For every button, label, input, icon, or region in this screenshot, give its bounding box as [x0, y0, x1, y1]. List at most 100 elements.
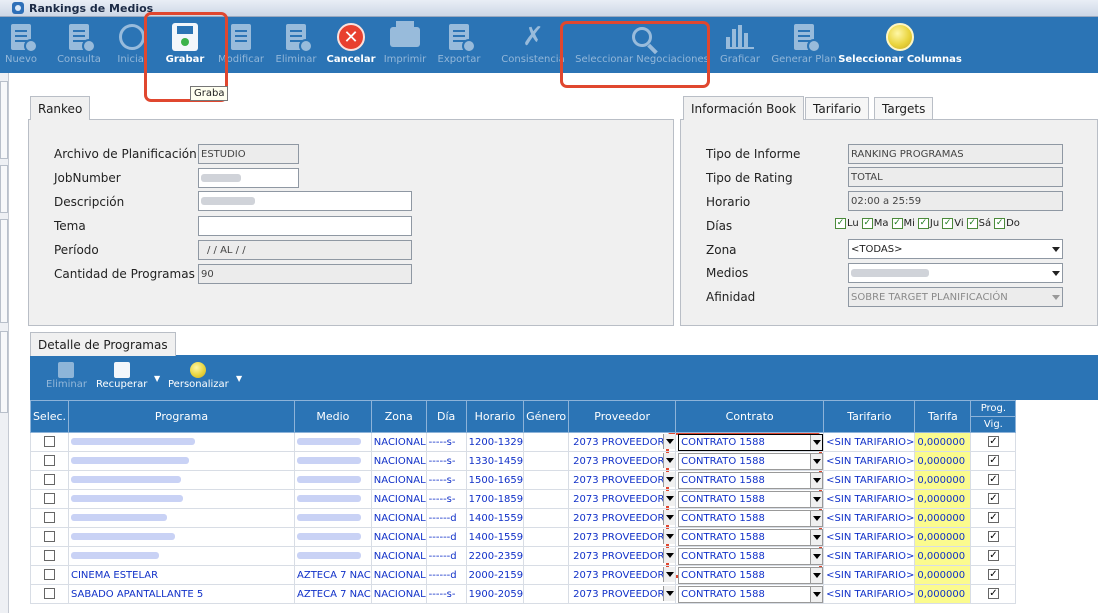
chart-button[interactable]: Graficar [716, 17, 764, 73]
tipo-informe-field[interactable]: RANKING PROGRAMAS [848, 144, 1063, 164]
vig-checkbox[interactable]: ✓ [987, 436, 999, 448]
checkbox-do[interactable]: ✓ [994, 218, 1006, 229]
contrato-dropdown[interactable]: CONTRATO 1588 [678, 585, 823, 603]
detail-delete-button[interactable]: Eliminar [46, 362, 87, 390]
vig-checkbox[interactable]: ✓ [987, 493, 999, 505]
contrato-dropdown[interactable]: CONTRATO 1588 [678, 490, 823, 508]
select-columns-button[interactable]: Seleccionar Columnas [838, 17, 962, 73]
new-button[interactable]: Nuevo [2, 17, 40, 73]
delete-button[interactable]: Eliminar [274, 17, 318, 73]
contrato-dropdown[interactable]: CONTRATO 1588 [678, 509, 823, 527]
col-tarifa[interactable]: Tarifa [914, 400, 972, 433]
chevron-down-icon[interactable]: ▼ [154, 374, 160, 383]
contrato-dropdown[interactable]: CONTRATO 1588 [678, 452, 823, 470]
checkbox-ma[interactable]: ✓ [861, 218, 873, 229]
col-zona[interactable]: Zona [370, 400, 427, 433]
horario-field[interactable]: 02:00 a 25:59 [848, 191, 1063, 211]
col-programa[interactable]: Programa [68, 400, 295, 433]
periodo-field[interactable]: / / AL / / [198, 240, 412, 260]
col-vig[interactable]: Vig. [970, 416, 1017, 433]
table-row[interactable]: NACIONAL -----s- 1700-1859 2073 PROVEEDOR CO… [30, 489, 1017, 509]
checkbox-lu[interactable]: ✓ [835, 218, 846, 229]
table-row[interactable]: NACIONAL ------d 2200-2359 2073 PROVEEDOR CO… [30, 546, 1017, 566]
table-row[interactable]: NACIONAL ------d 1400-1559 2073 PROVEEDOR CO… [30, 508, 1017, 528]
table-row[interactable]: NACIONAL -----s- 1200-1329 2073 PROVEEDOR CO… [30, 432, 1017, 452]
cancel-button[interactable]: ✕ Cancelar [326, 17, 376, 73]
table-row[interactable]: NACIONAL -----s- 1500-1659 2073 PROVEEDOR CO… [30, 470, 1017, 490]
row-checkbox[interactable] [44, 493, 55, 505]
proveedor-dropdown[interactable]: 2073 PROVEEDOR [571, 585, 675, 603]
query-button[interactable]: Consulta [54, 17, 104, 73]
table-row[interactable]: NACIONAL -----s- 1330-1459 2073 PROVEEDOR CO… [30, 451, 1017, 471]
checkbox-vi[interactable]: ✓ [942, 218, 954, 229]
proveedor-dropdown[interactable]: 2073 PROVEEDOR [571, 547, 675, 565]
col-dia[interactable]: Día [425, 400, 467, 433]
col-horario[interactable]: Horario [465, 400, 525, 433]
proveedor-dropdown[interactable]: 2073 PROVEEDOR [571, 433, 675, 451]
tipo-rating-field[interactable]: TOTAL [848, 167, 1063, 187]
contrato-dropdown[interactable]: CONTRATO 1588 [678, 471, 823, 489]
cantidad-field[interactable]: 90 [198, 264, 412, 284]
proveedor-dropdown[interactable]: 2073 PROVEEDOR [571, 566, 675, 584]
table-row[interactable]: CINEMA ESTELAR AZTECA 7 NAC NACIONAL ------… [30, 565, 1017, 585]
row-checkbox[interactable] [44, 455, 55, 467]
proveedor-dropdown[interactable]: 2073 PROVEEDOR [571, 490, 675, 508]
tab-tarifario[interactable]: Tarifario [805, 97, 870, 119]
archivo-field[interactable]: ESTUDIO [198, 144, 299, 164]
consistency-button[interactable]: ✗ Consistencia [500, 17, 566, 73]
col-tarifario[interactable]: Tarifario [823, 400, 916, 433]
vig-checkbox[interactable]: ✓ [987, 569, 999, 581]
side-tab-2[interactable] [0, 165, 8, 213]
tab-targets[interactable]: Targets [874, 97, 934, 119]
row-checkbox[interactable] [44, 474, 55, 486]
row-checkbox[interactable] [44, 436, 55, 448]
contrato-dropdown[interactable]: CONTRATO 1588 [678, 528, 823, 546]
proveedor-dropdown[interactable]: 2073 PROVEEDOR [571, 509, 675, 527]
side-tab-3[interactable] [0, 219, 8, 323]
vig-checkbox[interactable]: ✓ [987, 531, 999, 543]
zona-select[interactable]: <TODAS> [848, 239, 1063, 259]
contrato-dropdown[interactable]: CONTRATO 1588 [678, 547, 823, 565]
tab-detalle-programas[interactable]: Detalle de Programas [30, 332, 176, 356]
checkbox-ju[interactable]: ✓ [917, 218, 929, 229]
detail-recover-button[interactable]: Recuperar [96, 362, 147, 390]
col-prog[interactable]: Prog. [970, 400, 1017, 417]
table-row[interactable]: SABADO APANTALLANTE 5 AZTECA 7 NAC NACIONA… [30, 584, 1017, 604]
side-tab-1[interactable] [0, 81, 8, 159]
table-row[interactable]: NACIONAL ------d 1400-1559 2073 PROVEEDOR CO… [30, 527, 1017, 547]
print-button[interactable]: Imprimir [382, 17, 428, 73]
col-selec[interactable]: Selec. [30, 400, 69, 433]
col-genero[interactable]: Género [523, 400, 570, 433]
generate-plan-button[interactable]: Generar Plan [770, 17, 838, 73]
contrato-dropdown[interactable]: CONTRATO 1588 [678, 566, 823, 584]
tab-informacion-book[interactable]: Información Book [683, 96, 805, 120]
row-checkbox[interactable] [44, 512, 55, 524]
checkbox-sa[interactable]: ✓ [966, 218, 978, 229]
col-medio[interactable]: Medio [294, 400, 372, 433]
vig-checkbox[interactable]: ✓ [987, 550, 999, 562]
medios-select[interactable] [848, 263, 1063, 283]
chevron-down-icon[interactable]: ▼ [236, 374, 242, 383]
contrato-dropdown[interactable]: CONTRATO 1588 [678, 433, 823, 451]
proveedor-dropdown[interactable]: 2073 PROVEEDOR [571, 471, 675, 489]
vig-checkbox[interactable]: ✓ [987, 474, 999, 486]
proveedor-dropdown[interactable]: 2073 PROVEEDOR [571, 528, 675, 546]
tab-rankeo[interactable]: Rankeo [30, 96, 91, 120]
proveedor-dropdown[interactable]: 2073 PROVEEDOR [571, 452, 675, 470]
vig-checkbox[interactable]: ✓ [987, 512, 999, 524]
afinidad-select[interactable]: SOBRE TARGET PLANIFICACIÓN [848, 287, 1063, 307]
row-checkbox[interactable] [44, 550, 55, 562]
side-tab-4[interactable] [0, 331, 8, 413]
vig-checkbox[interactable]: ✓ [987, 588, 999, 600]
row-checkbox[interactable] [44, 569, 55, 581]
jobnumber-field[interactable] [198, 168, 299, 188]
detail-customize-button[interactable]: Personalizar [168, 362, 229, 390]
descripcion-field[interactable] [198, 191, 412, 211]
checkbox-mi[interactable]: ✓ [891, 218, 903, 229]
tema-field[interactable] [198, 216, 412, 236]
row-checkbox[interactable] [44, 588, 55, 600]
export-button[interactable]: Exportar [434, 17, 484, 73]
vig-checkbox[interactable]: ✓ [987, 455, 999, 467]
col-proveedor[interactable]: Proveedor [568, 400, 677, 433]
col-contrato[interactable]: Contrato [675, 400, 825, 433]
